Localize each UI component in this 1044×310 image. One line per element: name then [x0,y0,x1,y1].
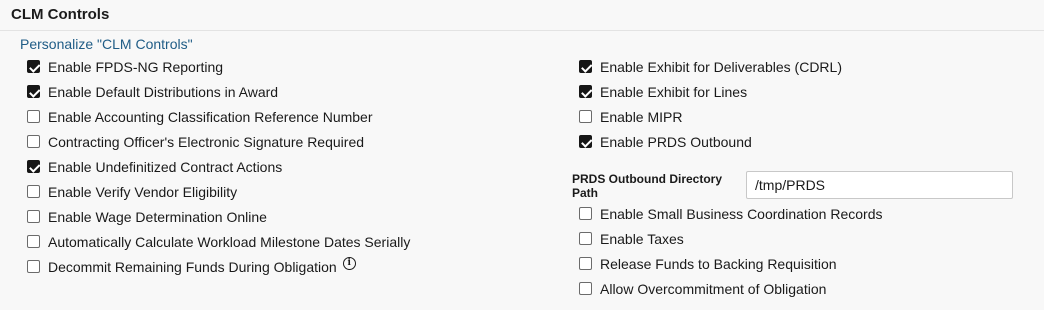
checkbox[interactable] [579,232,592,245]
checkbox[interactable] [27,60,40,73]
checkbox-label: Contracting Officer's Electronic Signatu… [48,133,365,150]
checkbox[interactable] [27,235,40,248]
checkbox-row-fpds[interactable]: Enable FPDS-NG Reporting [27,54,410,79]
checkbox-label: Enable Wage Determination Online [48,208,267,225]
checkbox[interactable] [579,135,592,148]
checkbox-label: Decommit Remaining Funds During Obligati… [48,258,337,275]
checkbox-label: Enable FPDS-NG Reporting [48,58,224,75]
checkbox-label: Release Funds to Backing Requisition [600,255,837,272]
checkbox-row-electronic-signature[interactable]: Contracting Officer's Electronic Signatu… [27,129,410,154]
checkbox-row-release-funds[interactable]: Release Funds to Backing Requisition [579,251,882,276]
checkbox[interactable] [579,85,592,98]
checkbox[interactable] [579,282,592,295]
checkbox-row-default-distributions[interactable]: Enable Default Distributions in Award [27,79,410,104]
checkbox-row-verify-vendor[interactable]: Enable Verify Vendor Eligibility [27,179,410,204]
prds-path-field: PRDS Outbound Directory Path [572,171,1013,200]
checkbox[interactable] [27,135,40,148]
checkbox-row-undefinitized-actions[interactable]: Enable Undefinitized Contract Actions [27,154,410,179]
checkbox-row-overcommitment[interactable]: Allow Overcommitment of Obligation [579,276,882,301]
right-checkbox-column-bottom: Enable Small Business Coordination Recor… [579,201,882,301]
page-title: CLM Controls [11,6,110,23]
checkbox[interactable] [579,207,592,220]
checkbox-label: Enable Exhibit for Lines [600,83,748,100]
checkbox[interactable] [27,160,40,173]
checkbox-label: Enable Small Business Coordination Recor… [600,205,883,222]
checkbox[interactable] [27,260,40,273]
checkbox[interactable] [579,110,592,123]
header-divider [0,30,1044,31]
right-checkbox-column-top: Enable Exhibit for Deliverables (CDRL) E… [579,54,842,154]
checkbox-label: Allow Overcommitment of Obligation [600,280,827,297]
checkbox-label: Automatically Calculate Workload Milesto… [48,233,411,250]
checkbox[interactable] [27,210,40,223]
checkbox[interactable] [27,185,40,198]
checkbox-label: Enable Accounting Classification Referen… [48,108,373,125]
checkbox[interactable] [579,60,592,73]
info-circle-icon[interactable]: i [342,257,356,270]
checkbox-row-decommit-funds[interactable]: Decommit Remaining Funds During Obligati… [27,254,410,279]
prds-path-input[interactable] [746,171,1013,199]
checkbox-label: Enable PRDS Outbound [600,133,752,150]
checkbox-row-exhibit-cdrl[interactable]: Enable Exhibit for Deliverables (CDRL) [579,54,842,79]
personalize-link[interactable]: Personalize "CLM Controls" [20,36,193,52]
checkbox-row-prds-outbound[interactable]: Enable PRDS Outbound [579,129,842,154]
checkbox-row-exhibit-lines[interactable]: Enable Exhibit for Lines [579,79,842,104]
checkbox-label: Enable Undefinitized Contract Actions [48,158,283,175]
checkbox-row-workload-milestone[interactable]: Automatically Calculate Workload Milesto… [27,229,410,254]
checkbox-label: Enable Exhibit for Deliverables (CDRL) [600,58,842,75]
checkbox[interactable] [27,110,40,123]
checkbox-row-accounting-classification[interactable]: Enable Accounting Classification Referen… [27,104,410,129]
checkbox-label: Enable Taxes [600,230,684,247]
checkbox-row-mipr[interactable]: Enable MIPR [579,104,842,129]
checkbox-row-wage-determination[interactable]: Enable Wage Determination Online [27,204,410,229]
checkbox-label: Enable Verify Vendor Eligibility [48,183,238,200]
checkbox-label: Enable MIPR [600,108,683,125]
checkbox[interactable] [27,85,40,98]
checkbox-row-small-business[interactable]: Enable Small Business Coordination Recor… [579,201,882,226]
checkbox-row-taxes[interactable]: Enable Taxes [579,226,882,251]
left-checkbox-column: Enable FPDS-NG Reporting Enable Default … [27,54,410,279]
checkbox[interactable] [579,257,592,270]
prds-path-label: PRDS Outbound Directory Path [572,172,723,200]
checkbox-label: Enable Default Distributions in Award [48,83,279,100]
